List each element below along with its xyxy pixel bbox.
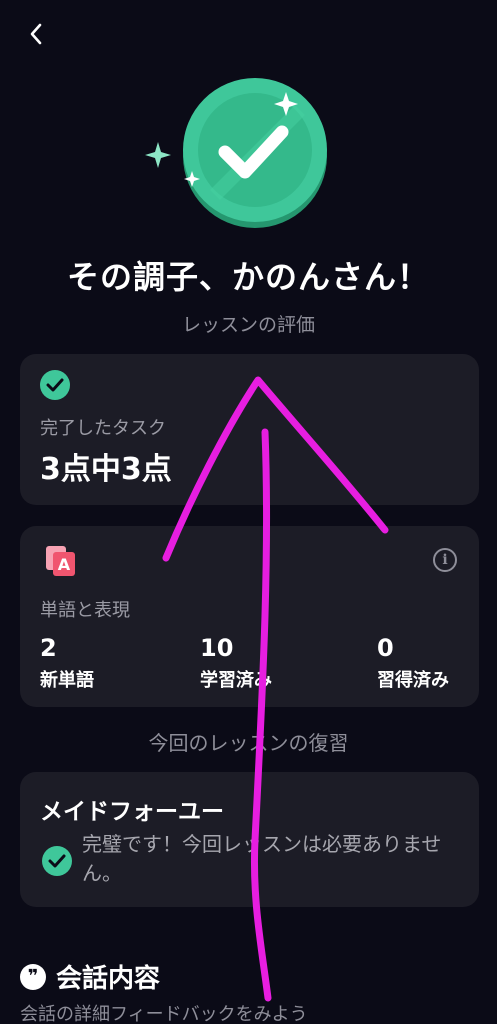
review-message: 完璧です！今回レッスンは必要ありません。: [82, 832, 442, 885]
stat-studied: 10 学習済み: [200, 634, 272, 692]
conversation-title: 会話内容: [56, 964, 161, 994]
vocabulary-card: A i 単語と表現 2 新単語 10 学習済み 0 習得済み: [20, 526, 479, 707]
stat-value: 0: [377, 634, 394, 662]
back-button[interactable]: [20, 18, 52, 50]
stat-new-words: 2 新単語: [40, 634, 94, 692]
page-title: その調子、かのんさん！: [66, 258, 430, 296]
review-title: メイドフォーユー: [40, 799, 224, 825]
info-icon[interactable]: i: [433, 548, 457, 572]
stat-value: 10: [200, 634, 234, 662]
completed-tasks-value: 3点中3点: [40, 452, 172, 487]
stat-label: 新単語: [40, 670, 94, 691]
vocabulary-cards-icon: A: [46, 546, 75, 576]
stat-label: 学習済み: [200, 670, 272, 691]
quote-bubble-icon: ❞: [20, 963, 46, 990]
completed-tasks-card: 完了したタスク 3点中3点: [20, 354, 479, 505]
lesson-result-screen: その調子、かのんさん！ レッスンの評価 完了したタスク 3点中3点 A i 単語…: [0, 0, 497, 1024]
conversation-header: ❞ 会話内容: [20, 958, 160, 995]
check-medal-icon: [145, 78, 327, 228]
check-circle-icon: [42, 846, 72, 876]
vocabulary-label: 単語と表現: [40, 600, 130, 621]
lesson-evaluation-label: レッスンの評価: [181, 314, 315, 336]
stat-value: 2: [40, 634, 57, 662]
completed-tasks-label: 完了したタスク: [40, 418, 166, 439]
stat-mastered: 0 習得済み: [377, 634, 449, 692]
stat-label: 習得済み: [377, 670, 449, 691]
review-section-label: 今回のレッスンの復習: [148, 731, 349, 755]
success-medal: [140, 70, 360, 230]
annotation-arrow-shaft: [250, 428, 272, 1002]
conversation-subtitle: 会話の詳細フィードバックをみよう: [20, 1004, 308, 1024]
svg-text:A: A: [58, 555, 71, 574]
chevron-left-icon: [30, 23, 42, 45]
review-card[interactable]: メイドフォーユー 完璧です！今回レッスンは必要ありません。: [20, 772, 479, 907]
check-circle-icon: [40, 370, 70, 400]
